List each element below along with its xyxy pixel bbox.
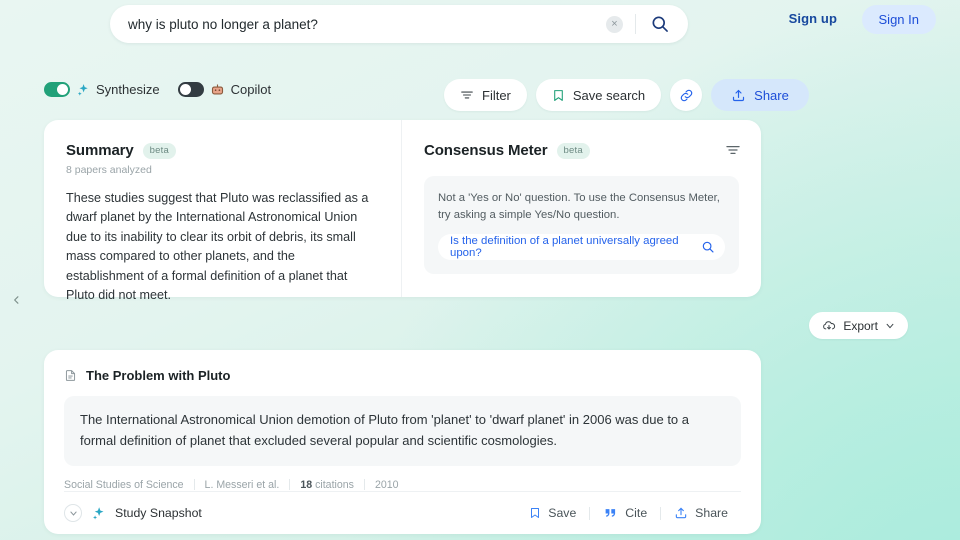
top-bar: × Sign up Sign In bbox=[0, 0, 960, 48]
authors: L. Messeri et al. bbox=[204, 478, 280, 491]
cite-paper-button[interactable]: Cite bbox=[590, 506, 660, 520]
consensus-beta-badge: beta bbox=[556, 142, 590, 159]
sparkle-icon bbox=[93, 506, 104, 519]
result-metadata: Social Studies of Science L. Messeri et … bbox=[64, 479, 741, 491]
chevron-down-icon[interactable] bbox=[64, 504, 82, 522]
copilot-switch[interactable] bbox=[177, 82, 204, 97]
quote-icon bbox=[605, 508, 616, 517]
save-search-button[interactable]: Save search bbox=[535, 79, 662, 111]
citations-count: 18 bbox=[300, 478, 313, 491]
consensus-title: Consensus Meter bbox=[424, 142, 548, 159]
result-card: The Problem with Pluto The International… bbox=[44, 350, 761, 534]
share-label: Share bbox=[754, 87, 789, 103]
filter-icon bbox=[461, 91, 473, 99]
consensus-filter-icon[interactable] bbox=[725, 142, 741, 158]
toggle-copilot[interactable]: Copilot bbox=[177, 82, 272, 97]
bookmark-icon bbox=[531, 508, 540, 518]
filter-button[interactable]: Filter bbox=[444, 79, 527, 111]
action-buttons: Filter Save search Share bbox=[444, 79, 809, 111]
papers-analyzed-count: 8 papers analyzed bbox=[66, 164, 152, 176]
consensus-note: Not a 'Yes or No' question. To use the C… bbox=[438, 192, 720, 221]
copilot-label: Copilot bbox=[230, 82, 272, 97]
mode-toggles: Synthesize Copilot bbox=[44, 82, 271, 97]
publication-year: 2010 bbox=[374, 478, 399, 491]
consensus-suggestion-search[interactable]: Is the definition of a planet universall… bbox=[438, 233, 725, 260]
robot-icon bbox=[211, 84, 223, 95]
sparkle-icon bbox=[77, 83, 88, 96]
summary-text: These studies suggest that Pluto was rec… bbox=[66, 191, 369, 302]
consensus-panel: Consensus Meter beta Not a 'Yes or No' q… bbox=[402, 120, 761, 297]
search-input[interactable] bbox=[110, 16, 606, 32]
citations: 18 citations bbox=[290, 479, 364, 491]
tool-row: Synthesize Copilot Filter Save search Sh… bbox=[0, 79, 960, 111]
share-button[interactable]: Share bbox=[711, 79, 809, 111]
sidebar-collapse-button[interactable] bbox=[8, 290, 24, 310]
clear-search-icon[interactable]: × bbox=[606, 15, 623, 33]
summary-panel: Summary beta 8 papers analyzed These stu… bbox=[44, 120, 401, 302]
chevron-left-icon bbox=[13, 296, 18, 304]
result-footer: Study Snapshot Save Cite Share bbox=[64, 492, 741, 534]
search-icon[interactable] bbox=[650, 14, 670, 34]
cite-paper-label: Cite bbox=[625, 506, 648, 520]
filter-label: Filter bbox=[482, 87, 511, 103]
result-title[interactable]: The Problem with Pluto bbox=[86, 368, 230, 383]
export-button[interactable]: Export bbox=[809, 312, 908, 339]
share-paper-button[interactable]: Share bbox=[661, 506, 741, 520]
study-snapshot-toggle[interactable]: Study Snapshot bbox=[64, 504, 202, 522]
share-upload-icon bbox=[675, 507, 687, 519]
search-icon[interactable] bbox=[701, 240, 715, 254]
consensus-empty-state: Not a 'Yes or No' question. To use the C… bbox=[424, 176, 739, 274]
search-divider bbox=[635, 14, 636, 34]
summary-title: Summary bbox=[66, 142, 134, 159]
synthesize-switch[interactable] bbox=[44, 82, 70, 97]
sign-in-button[interactable]: Sign In bbox=[861, 5, 936, 34]
result-actions: Save Cite Share bbox=[516, 506, 741, 520]
document-icon bbox=[65, 370, 76, 381]
export-label: Export bbox=[843, 318, 878, 333]
copy-link-button[interactable] bbox=[670, 79, 703, 111]
citations-label: citations bbox=[315, 478, 354, 491]
save-search-label: Save search bbox=[572, 87, 646, 103]
summary-beta-badge: beta bbox=[142, 142, 176, 159]
share-upload-icon bbox=[733, 89, 745, 101]
journal-name: Social Studies of Science bbox=[64, 478, 184, 491]
bookmark-icon bbox=[554, 89, 563, 101]
share-paper-label: Share bbox=[695, 506, 728, 520]
study-snapshot-label: Study Snapshot bbox=[115, 506, 202, 520]
summary-header: Summary beta bbox=[66, 142, 375, 159]
cloud-download-icon bbox=[823, 320, 836, 329]
consensus-header: Consensus Meter beta bbox=[424, 142, 739, 159]
synthesize-label: Synthesize bbox=[96, 82, 160, 97]
chevron-down-icon bbox=[886, 323, 894, 328]
consensus-suggestion-text: Is the definition of a planet universall… bbox=[450, 234, 679, 259]
link-icon bbox=[680, 89, 692, 101]
search-bar[interactable]: × bbox=[110, 5, 688, 43]
summary-consensus-card: Summary beta 8 papers analyzed These stu… bbox=[44, 120, 761, 302]
save-paper-button[interactable]: Save bbox=[516, 506, 589, 520]
sign-up-button[interactable]: Sign up bbox=[789, 11, 837, 26]
result-quote: The International Astronomical Union dem… bbox=[64, 396, 741, 466]
toggle-synthesize[interactable]: Synthesize bbox=[44, 82, 160, 97]
result-title-row[interactable]: The Problem with Pluto bbox=[64, 368, 741, 383]
save-paper-label: Save bbox=[548, 506, 577, 520]
